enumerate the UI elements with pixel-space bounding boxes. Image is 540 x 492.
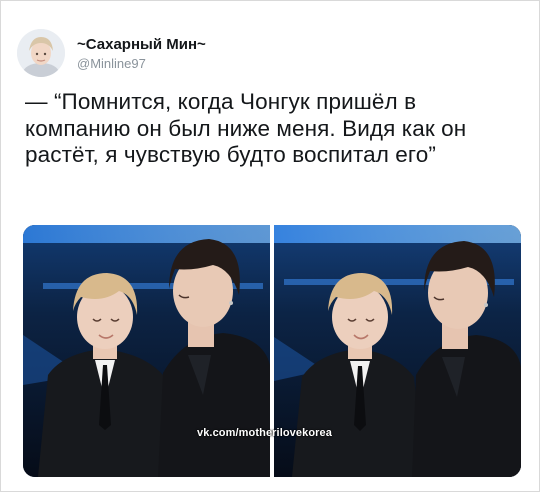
tweet-card: ~Сахарный Мин~ @Minline97 — “Помнится, к… [0, 0, 540, 492]
display-name[interactable]: ~Сахарный Мин~ [77, 35, 206, 54]
photo-1-image [23, 225, 270, 477]
tweet-text: — “Помнится, когда Чонгук пришёл в компа… [25, 89, 467, 167]
user-handle[interactable]: @Minline97 [77, 55, 206, 72]
media-watermark: vk.com/motherilovekorea [197, 427, 332, 439]
tweet-media[interactable] [23, 225, 521, 477]
tweet-header: ~Сахарный Мин~ @Minline97 [17, 27, 206, 79]
photo-2[interactable] [274, 225, 521, 477]
author-names: ~Сахарный Мин~ @Minline97 [77, 35, 206, 72]
avatar-image [17, 29, 65, 77]
photo-1[interactable] [23, 225, 270, 477]
avatar[interactable] [17, 29, 65, 77]
photo-2-image [274, 225, 521, 477]
